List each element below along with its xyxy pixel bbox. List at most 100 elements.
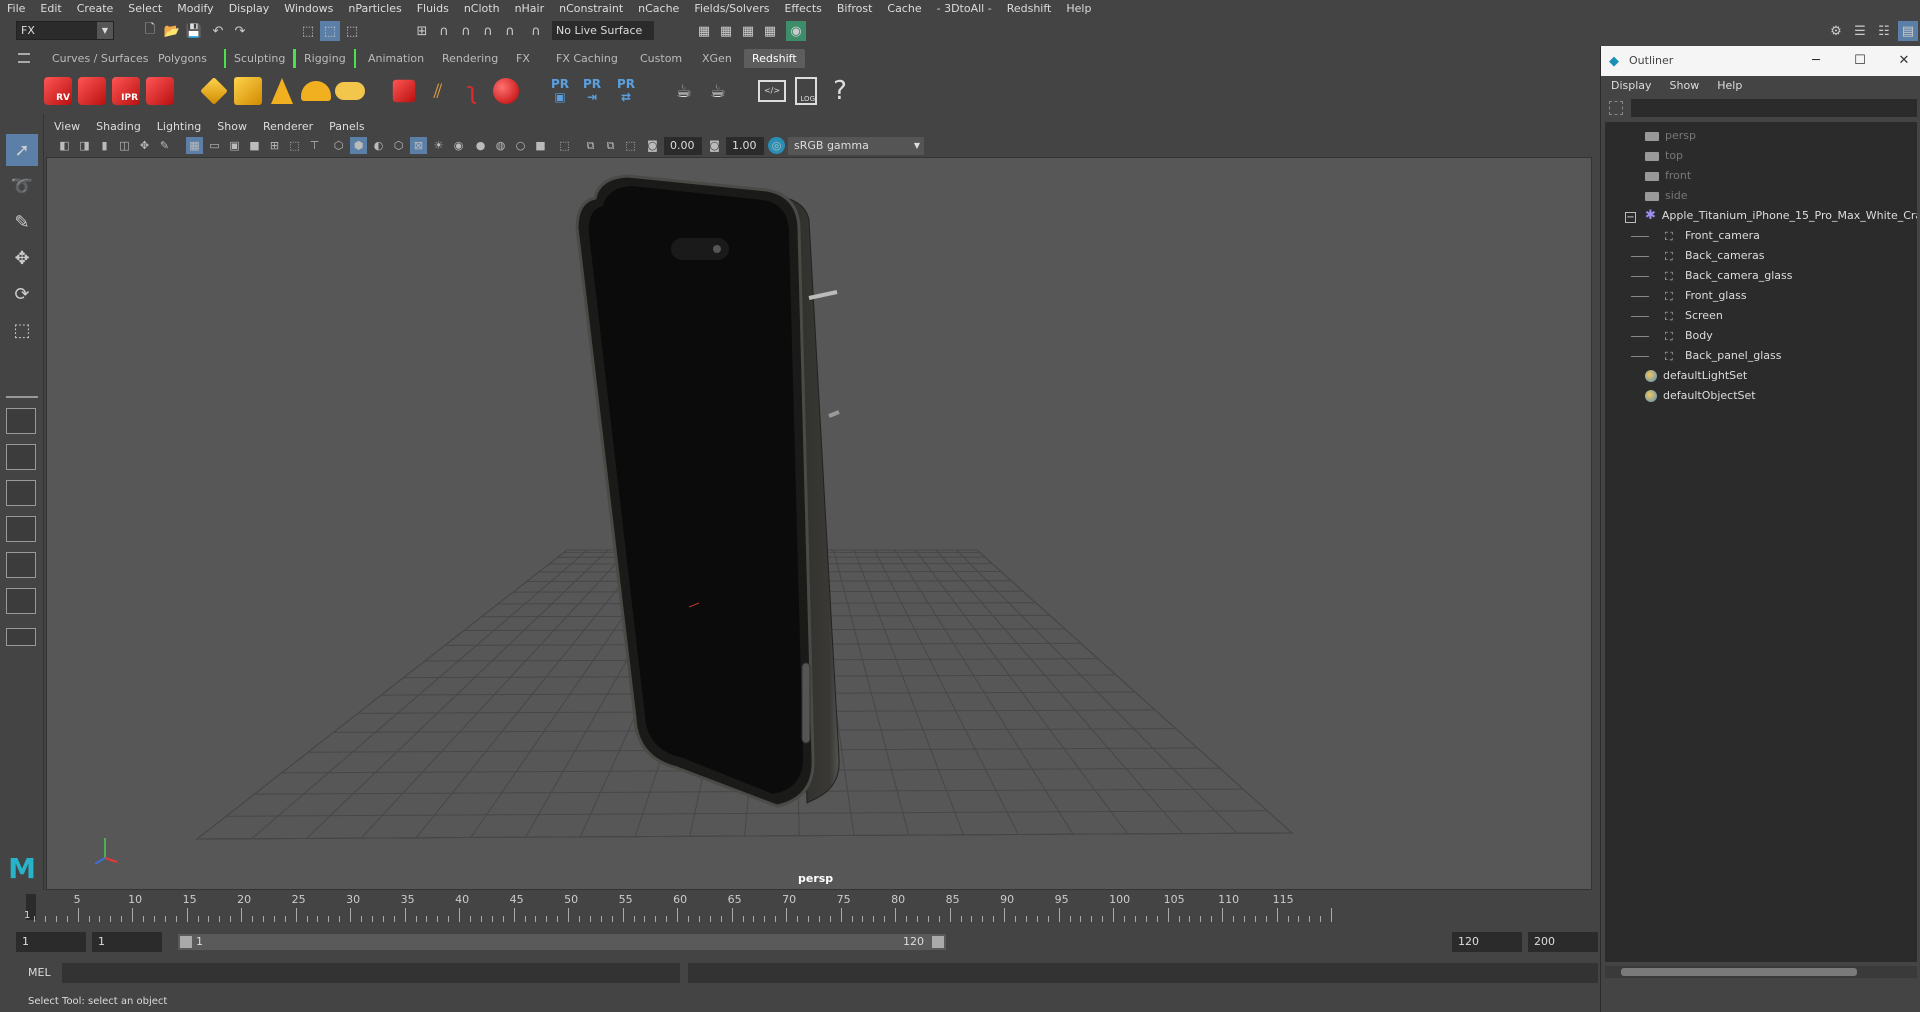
menu-windows[interactable]: Windows: [277, 0, 341, 17]
render-settings-icon[interactable]: ▦: [760, 21, 780, 41]
shelf-tab-rendering[interactable]: Rendering: [434, 49, 506, 68]
gamma-toggle-icon[interactable]: ◙: [706, 137, 723, 154]
outliner-menu-show[interactable]: Show: [1660, 76, 1708, 96]
menu-display[interactable]: Display: [222, 0, 278, 17]
menu-redshift[interactable]: Redshift: [1000, 0, 1060, 17]
snap-curve-icon[interactable]: ∩: [434, 21, 454, 41]
redshift-proxy-icon[interactable]: [198, 75, 230, 107]
menu-fields-solvers[interactable]: Fields/Solvers: [687, 0, 777, 17]
two-d-pan-zoom-icon[interactable]: ✥: [136, 137, 153, 154]
custom-layout-icon[interactable]: [6, 588, 36, 614]
redshift-proxy-convert-icon[interactable]: PR ⇄: [610, 75, 642, 107]
panel-menu-show[interactable]: Show: [209, 118, 255, 135]
redshift-help-icon[interactable]: ?: [824, 75, 856, 107]
shelf-tab-xgen[interactable]: XGen: [694, 49, 740, 68]
attribute-editor-icon[interactable]: ☰: [1850, 21, 1870, 41]
maximize-icon[interactable]: ☐: [1845, 50, 1875, 72]
use-all-lights-icon[interactable]: ☀: [430, 137, 447, 154]
snap-point-icon[interactable]: ∩: [456, 21, 476, 41]
shelf-tab-rigging[interactable]: Rigging: [294, 49, 356, 68]
outliner-item[interactable]: ⛶ Back_cameras: [1631, 246, 1764, 266]
outliner-horizontal-scrollbar[interactable]: [1605, 966, 1917, 978]
playback-range-bar[interactable]: 1 120: [178, 934, 946, 950]
wireframe-on-shaded-icon[interactable]: ⬡: [390, 137, 407, 154]
panel-menu-panels[interactable]: Panels: [321, 118, 372, 135]
menu-help[interactable]: Help: [1059, 0, 1099, 17]
menu-effects[interactable]: Effects: [777, 0, 829, 17]
menu-fluids[interactable]: Fluids: [410, 0, 457, 17]
playback-start-field[interactable]: 1: [92, 932, 162, 952]
outliner-item[interactable]: persp: [1645, 126, 1696, 146]
camera-attributes-icon[interactable]: ◧: [56, 137, 73, 154]
minimize-icon[interactable]: ─: [1801, 50, 1831, 72]
shelf-tab-animation[interactable]: Animation: [360, 49, 432, 68]
range-end-handle[interactable]: [932, 936, 944, 948]
outliner-item[interactable]: ⛶ Front_glass: [1631, 286, 1747, 306]
two-pane-side-layout-icon[interactable]: [6, 480, 36, 506]
redshift-sphere-icon[interactable]: [490, 75, 522, 107]
film-gate-icon[interactable]: ▭: [206, 137, 223, 154]
safe-action-icon[interactable]: ⬚: [286, 137, 303, 154]
perspective-viewport[interactable]: persp: [46, 157, 1592, 890]
make-live-icon[interactable]: ∩: [526, 21, 546, 41]
menu-ncache[interactable]: nCache: [631, 0, 687, 17]
menu-cache[interactable]: Cache: [880, 0, 929, 17]
outliner-item[interactable]: ⛶ Back_panel_glass: [1631, 346, 1781, 366]
textured-icon[interactable]: ⬚: [622, 137, 639, 154]
menu-3dtoall[interactable]: - 3DtoAll -: [930, 0, 1000, 17]
safe-title-icon[interactable]: ⊤: [306, 137, 323, 154]
outliner-item[interactable]: side: [1645, 186, 1688, 206]
single-pane-layout-icon[interactable]: [6, 408, 36, 434]
layout-options-icon[interactable]: [6, 628, 36, 646]
menu-bifrost[interactable]: Bifrost: [830, 0, 881, 17]
snap-grid-icon[interactable]: ⊞: [412, 21, 432, 41]
paint-select-tool-icon[interactable]: ✎: [6, 206, 38, 238]
search-filter-icon[interactable]: [1609, 101, 1623, 115]
render-view-icon[interactable]: ▦: [694, 21, 714, 41]
scale-tool-icon[interactable]: ⬚: [6, 314, 38, 346]
image-plane-icon[interactable]: ◫: [116, 137, 133, 154]
redshift-render-icon[interactable]: [76, 75, 108, 107]
select-component-icon[interactable]: ⬚: [342, 21, 362, 41]
panel-menu-renderer[interactable]: Renderer: [255, 118, 321, 135]
outliner-search-input[interactable]: [1631, 99, 1917, 117]
gate-mask-icon[interactable]: ■: [246, 137, 263, 154]
redshift-bake-icon[interactable]: ☕: [668, 75, 700, 107]
redshift-proxy-export-icon[interactable]: PR ▣: [544, 75, 576, 107]
redshift-hair-icon[interactable]: ⫽: [422, 75, 454, 107]
panel-menu-lighting[interactable]: Lighting: [149, 118, 209, 135]
exposure-field[interactable]: 0.00: [664, 137, 702, 155]
outliner-persp-layout-icon[interactable]: [6, 552, 36, 578]
menu-ncloth[interactable]: nCloth: [457, 0, 508, 17]
shelf-menu-icon[interactable]: [18, 53, 30, 63]
grease-pencil-icon[interactable]: ✎: [156, 137, 173, 154]
four-pane-layout-icon[interactable]: [6, 444, 36, 470]
render-frame-icon[interactable]: ▦: [716, 21, 736, 41]
redshift-script-icon[interactable]: </>: [756, 75, 788, 107]
gamma-field[interactable]: 1.00: [726, 137, 764, 155]
menu-set-dropdown[interactable]: FX ▼: [16, 21, 114, 40]
depth-of-field-icon[interactable]: ■: [532, 137, 549, 154]
menu-nconstraint[interactable]: nConstraint: [552, 0, 631, 17]
color-management-icon[interactable]: ◎: [768, 137, 785, 154]
wireframe-icon[interactable]: ⬡: [330, 137, 347, 154]
redshift-settings-icon[interactable]: [144, 75, 176, 107]
redshift-ipr-icon[interactable]: IPR: [110, 75, 142, 107]
modeling-toolkit-icon[interactable]: ⚙: [1826, 21, 1846, 41]
shelf-tab-fx[interactable]: FX: [508, 49, 538, 68]
outliner-item[interactable]: top: [1645, 146, 1683, 166]
outliner-menu-display[interactable]: Display: [1601, 76, 1660, 96]
redshift-log-icon[interactable]: LOG: [790, 75, 822, 107]
new-scene-icon[interactable]: 🗋: [140, 21, 160, 41]
outliner-item[interactable]: defaultObjectSet: [1645, 386, 1756, 406]
command-input[interactable]: [62, 963, 680, 983]
tool-settings-icon[interactable]: ☷: [1874, 21, 1894, 41]
select-hierarchy-icon[interactable]: ⬚: [298, 21, 318, 41]
playback-end-field[interactable]: 120: [1452, 932, 1522, 952]
outliner-item[interactable]: ⛶ Body: [1631, 326, 1713, 346]
exposure-toggle-icon[interactable]: ◙: [644, 137, 661, 154]
range-start-handle[interactable]: [180, 936, 192, 948]
panel-menu-shading[interactable]: Shading: [88, 118, 149, 135]
time-slider[interactable]: 1 5 10 15 20 25 30 35 40 45 50 55 60 65 70 75 80 85 90 95 1…: [24, 890, 1600, 924]
redshift-material-cube-icon[interactable]: [388, 75, 420, 107]
